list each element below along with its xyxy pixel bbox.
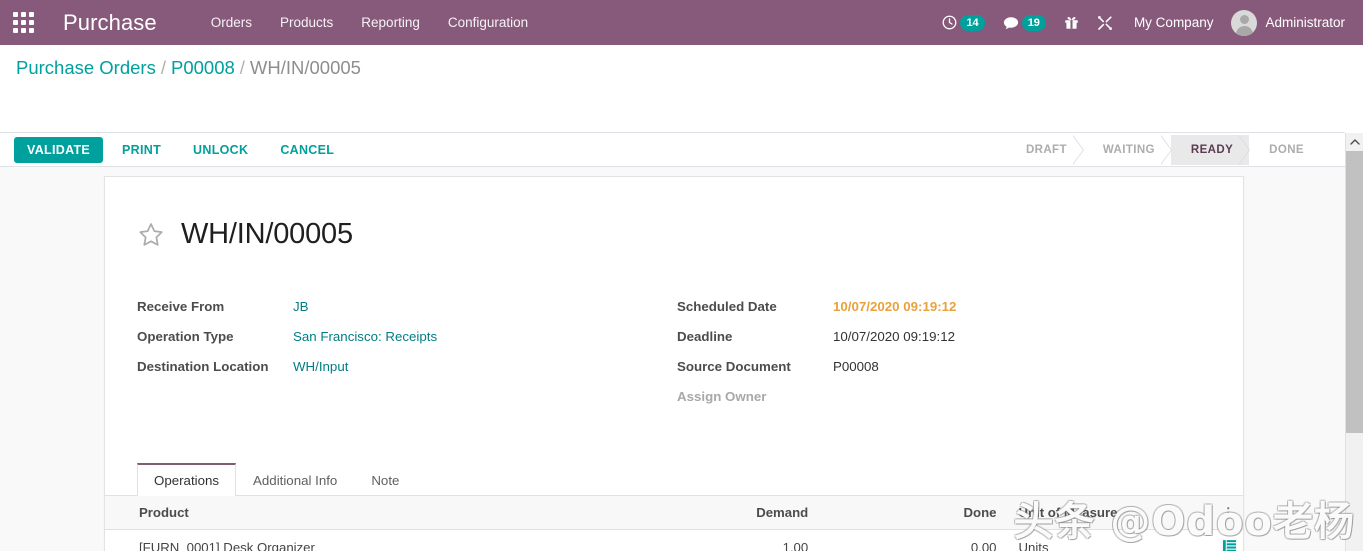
main-menu: Orders Products Reporting Configuration [197,0,542,45]
cell-demand: 1.00 [627,529,817,551]
wrench-screwdriver-icon [1098,15,1112,30]
field-value-destination-location[interactable]: WH/Input [293,359,348,374]
table-row[interactable]: [FURN_0001] Desk Organizer 1.00 0.00 Uni… [105,529,1243,551]
apps-grid-icon [12,12,34,33]
stage-done[interactable]: DONE [1249,135,1320,165]
form-fields-right-column: Scheduled Date 10/07/2020 09:19:12 Deadl… [674,299,1211,419]
scrollbar-thumb[interactable] [1346,151,1363,433]
stage-waiting[interactable]: WAITING [1083,135,1172,165]
operations-table-head: Product Demand Done Unit of Measure ⋮ [105,495,1243,530]
gift-menu-button[interactable] [1055,0,1088,45]
vertical-scrollbar[interactable] [1345,133,1363,551]
vertical-dots-icon: ⋮ [1221,504,1235,520]
chevron-up-icon [1350,139,1360,145]
optional-columns-toggle[interactable]: ⋮ [1213,495,1243,530]
operations-table-body: [FURN_0001] Desk Organizer 1.00 0.00 Uni… [105,529,1243,551]
activities-count-badge: 14 [960,14,985,31]
field-label-assign-owner: Assign Owner [676,388,767,404]
clock-icon [943,15,957,30]
form-background: WH/IN/00005 Receive From JB Operation Ty… [0,167,1345,551]
form-fields: Receive From JB Operation Type San Franc… [137,299,1211,419]
field-label-destination-location: Destination Location [137,358,269,374]
messages-count-badge: 19 [1021,14,1046,31]
menu-item-orders[interactable]: Orders [197,0,266,45]
chat-bubble-icon [1003,16,1018,29]
app-brand-title[interactable]: Purchase [63,10,157,36]
field-label-source-document: Source Document [676,358,791,374]
cell-unit-of-measure: Units [1004,529,1214,551]
page-title: WH/IN/00005 [181,218,353,251]
control-panel: Purchase Orders/P00008/WH/IN/00005 EDIT … [0,45,1345,163]
field-label-receive-from: Receive From [137,298,225,314]
breadcrumb-separator: / [160,57,166,78]
tab-additional-info[interactable]: Additional Info [236,463,354,496]
table-header-row: Product Demand Done Unit of Measure ⋮ [105,495,1243,530]
tab-note[interactable]: Note [354,463,416,496]
field-operation-type: Operation Type San Francisco: Receipts [137,329,674,348]
navbar-system-tray: 14 19 My Company Administrator [933,0,1363,45]
print-button[interactable]: PRINT [109,137,174,163]
form-sheet: WH/IN/00005 Receive From JB Operation Ty… [104,176,1244,551]
field-value-operation-type[interactable]: San Francisco: Receipts [293,329,437,344]
form-title-row: WH/IN/00005 [137,201,1211,269]
stage-ready[interactable]: READY [1170,135,1251,165]
developer-tools-button[interactable] [1088,0,1122,45]
unlock-button[interactable]: UNLOCK [180,137,261,163]
top-navbar: Purchase Orders Products Reporting Confi… [0,0,1363,45]
operations-table: Product Demand Done Unit of Measure ⋮ [F… [105,495,1243,551]
cell-done: 0.00 [816,529,1005,551]
cancel-button[interactable]: CANCEL [267,137,347,163]
gift-icon [1065,16,1078,29]
stage-draft[interactable]: DRAFT [1006,135,1084,165]
company-switcher[interactable]: My Company [1122,15,1226,30]
field-assign-owner: Assign Owner [677,389,1211,408]
field-value-scheduled-date[interactable]: 10/07/2020 09:19:12 [833,299,956,314]
status-stage-bar: DRAFT WAITING READY DONE [1006,135,1320,165]
column-header-unit-of-measure[interactable]: Unit of Measure [1004,495,1214,530]
field-deadline: Deadline 10/07/2020 09:19:12 [677,329,1211,348]
cell-detailed-operations[interactable] [1213,529,1243,551]
field-source-document: Source Document P00008 [677,359,1211,378]
field-value-source-document[interactable]: P00008 [833,359,879,374]
favorite-star-icon[interactable] [137,221,165,249]
field-value-receive-from[interactable]: JB [293,299,309,314]
user-name-label: Administrator [1265,15,1345,30]
column-header-product[interactable]: Product [105,495,628,530]
menu-item-reporting[interactable]: Reporting [347,0,434,45]
breadcrumb-separator-2: / [239,57,245,78]
field-label-operation-type: Operation Type [137,328,234,344]
field-label-scheduled-date: Scheduled Date [676,298,777,314]
cell-product: [FURN_0001] Desk Organizer [105,529,628,551]
field-label-deadline: Deadline [676,328,733,344]
statusbar-action-buttons: VALIDATE PRINT UNLOCK CANCEL [14,133,353,167]
column-header-demand[interactable]: Demand [627,495,817,530]
field-receive-from: Receive From JB [137,299,674,318]
form-fields-left-column: Receive From JB Operation Type San Franc… [137,299,674,419]
list-lines-icon [1222,539,1237,551]
odoo-app-window: Purchase Orders Products Reporting Confi… [0,0,1363,551]
breadcrumb: Purchase Orders / P00008/WH/IN/00005 [16,57,361,79]
menu-item-products[interactable]: Products [266,0,347,45]
tab-operations[interactable]: Operations [137,462,237,496]
notebook-tabs: Operations Additional Info Note [105,462,1243,496]
messages-menu-button[interactable]: 19 [994,0,1055,45]
breadcrumb-current: WH/IN/00005 [249,57,361,78]
scrollbar-up-button[interactable] [1346,133,1363,151]
statusbar-row: VALIDATE PRINT UNLOCK CANCEL DRAFT WAITI… [0,133,1345,167]
avatar [1231,9,1258,36]
column-header-done[interactable]: Done [816,495,1005,530]
field-scheduled-date: Scheduled Date 10/07/2020 09:19:12 [677,299,1211,318]
validate-button[interactable]: VALIDATE [14,137,104,163]
apps-menu-button[interactable] [0,0,46,45]
menu-item-configuration[interactable]: Configuration [434,0,542,45]
user-menu-button[interactable]: Administrator [1225,9,1351,36]
breadcrumb-item-p00008[interactable]: P00008 [171,57,235,78]
field-destination-location: Destination Location WH/Input [137,359,674,378]
field-value-deadline[interactable]: 10/07/2020 09:19:12 [833,329,955,344]
activities-menu-button[interactable]: 14 [933,0,993,45]
breadcrumb-item-purchase-orders[interactable]: Purchase Orders [16,57,156,78]
